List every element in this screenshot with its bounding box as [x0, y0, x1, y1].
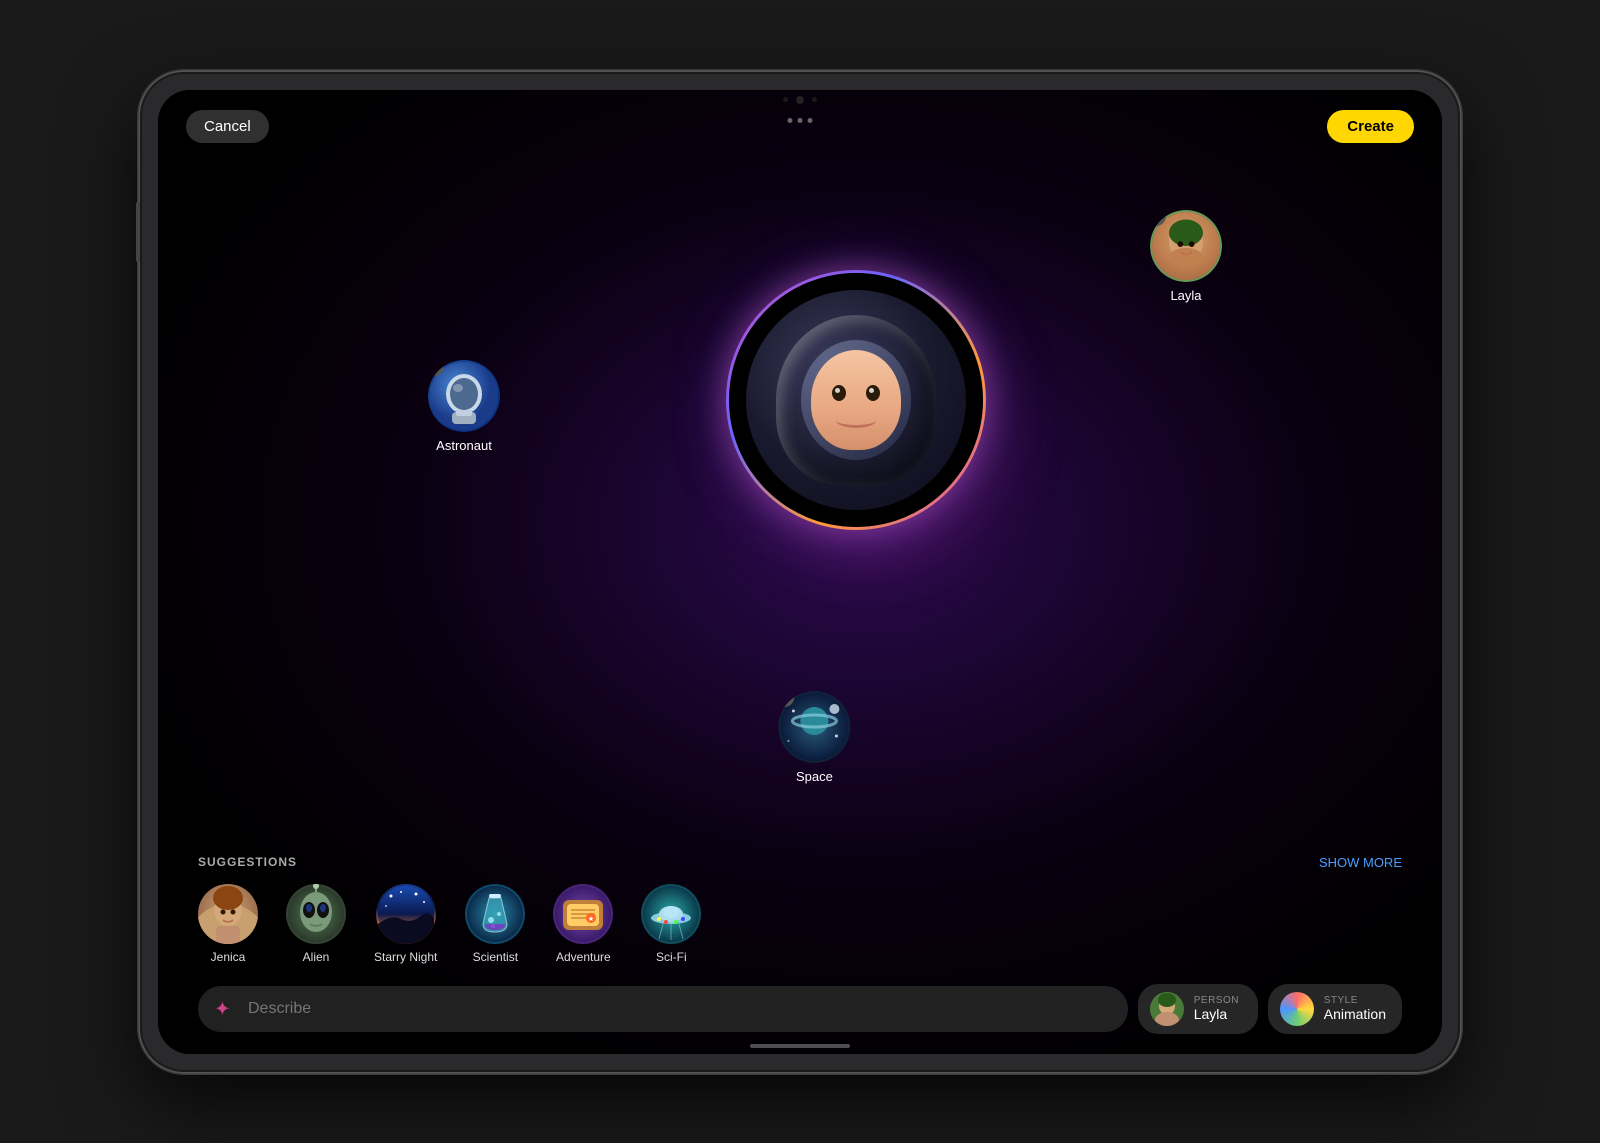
describe-input[interactable] — [198, 986, 1128, 1032]
dot-3 — [808, 118, 813, 123]
starry-night-label: Starry Night — [374, 950, 437, 964]
suggestions-title: SUGGESTIONS — [198, 855, 297, 869]
style-color-wheel-icon — [1280, 992, 1314, 1026]
describe-container: ✦ — [198, 986, 1128, 1032]
suggestions-header: SUGGESTIONS SHOW MORE — [198, 855, 1402, 870]
face-eyes — [832, 385, 880, 401]
floating-layla[interactable]: − — [1150, 210, 1222, 303]
home-indicator — [750, 1044, 850, 1048]
style-chip[interactable]: STYLE Animation — [1268, 984, 1402, 1034]
person-chip-text: PERSON Layla — [1194, 995, 1239, 1022]
person-chip-label: PERSON — [1194, 995, 1239, 1006]
sensor-dot-2 — [812, 97, 817, 102]
face-inside — [811, 350, 901, 450]
camera-dot — [796, 96, 804, 104]
suggestion-alien[interactable]: Alien — [286, 884, 346, 964]
adventure-icon: ★ — [553, 884, 613, 944]
show-more-button[interactable]: SHOW MORE — [1319, 855, 1402, 870]
layla-label: Layla — [1170, 288, 1201, 303]
app-content: Cancel Create — [158, 90, 1442, 1054]
suggestion-adventure[interactable]: ★ Adventure — [553, 884, 613, 964]
side-button[interactable] — [136, 202, 140, 262]
layla-icon: − — [1150, 210, 1222, 282]
central-orb — [716, 260, 996, 540]
helmet-visor — [801, 340, 911, 460]
suggestion-starry-night[interactable]: Starry Night — [374, 884, 437, 964]
style-chip-value: Animation — [1324, 1006, 1386, 1022]
person-chip[interactable]: PERSON Layla — [1138, 984, 1258, 1034]
adventure-label: Adventure — [556, 950, 611, 964]
dot-1 — [788, 118, 793, 123]
svg-text:★: ★ — [588, 915, 594, 923]
ipad-screen: Cancel Create — [158, 90, 1442, 1054]
sensor-dot — [783, 97, 788, 102]
floating-space[interactable]: − — [778, 691, 850, 784]
magic-wand-icon: ✦ — [214, 996, 231, 1021]
astronaut-label: Astronaut — [436, 438, 492, 453]
space-item-icon: − — [778, 691, 850, 763]
starry-night-icon — [376, 884, 436, 944]
more-menu[interactable] — [788, 118, 813, 123]
orb-glow — [716, 260, 996, 540]
scifi-label: Sci-Fi — [656, 950, 687, 964]
suggestion-jenica[interactable]: Jenica — [198, 884, 258, 964]
alien-icon — [286, 884, 346, 944]
scientist-icon — [465, 884, 525, 944]
ipad-frame: Cancel Create — [140, 72, 1460, 1072]
space-label: Space — [796, 769, 833, 784]
camera-bar — [783, 96, 817, 104]
right-eye — [866, 385, 880, 401]
cancel-button[interactable]: Cancel — [186, 110, 269, 143]
style-chip-label: STYLE — [1324, 995, 1386, 1006]
scifi-icon — [641, 884, 701, 944]
suit-helmet — [776, 315, 936, 485]
suggestions-list: Jenica — [198, 884, 1402, 964]
jenica-icon — [198, 884, 258, 944]
floating-astronaut[interactable]: − — [428, 360, 500, 453]
suggestion-scientist[interactable]: Scientist — [465, 884, 525, 964]
style-chip-text: STYLE Animation — [1324, 995, 1386, 1022]
bottom-bar: ✦ PERSON Layla — [198, 984, 1402, 1034]
person-chip-value: Layla — [1194, 1006, 1239, 1022]
scientist-label: Scientist — [473, 950, 518, 964]
jenica-label: Jenica — [211, 950, 246, 964]
face-smile — [836, 413, 876, 428]
left-eye — [832, 385, 846, 401]
suggestions-section: SUGGESTIONS SHOW MORE — [158, 855, 1442, 964]
suggestion-scifi[interactable]: Sci-Fi — [641, 884, 701, 964]
create-button[interactable]: Create — [1327, 110, 1414, 143]
astronaut-item-icon: − — [428, 360, 500, 432]
orb-inner — [746, 290, 966, 510]
person-avatar-chip — [1150, 992, 1184, 1026]
dot-2 — [798, 118, 803, 123]
alien-label: Alien — [303, 950, 330, 964]
astronaut-character — [766, 305, 946, 495]
